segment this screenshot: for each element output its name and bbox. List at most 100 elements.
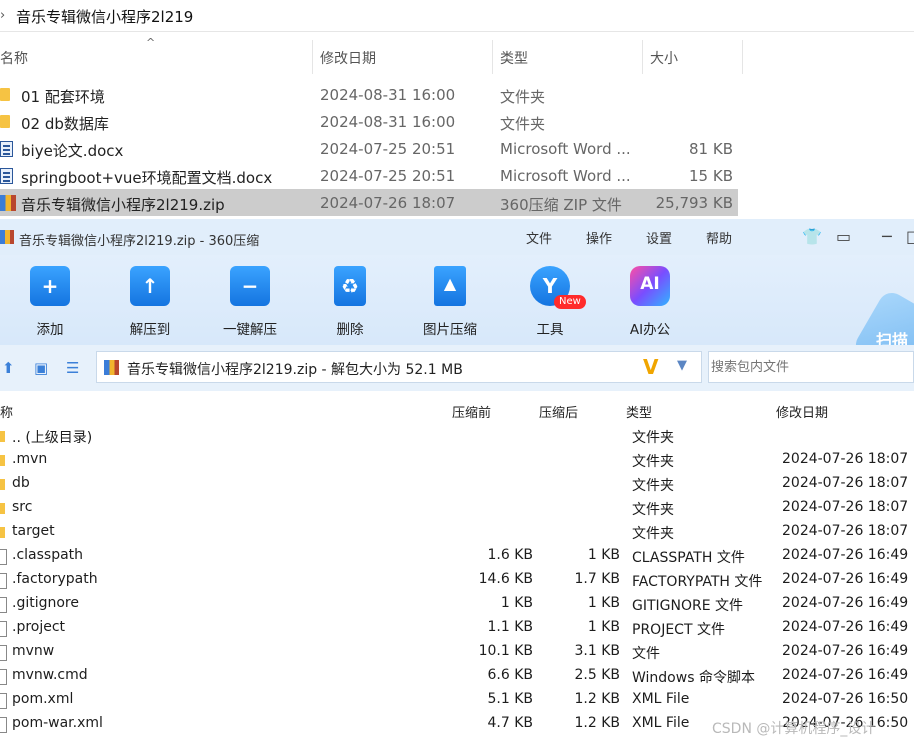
file-size: 81 KB [689, 140, 733, 158]
column-header-name[interactable]: 名称 [0, 48, 28, 68]
file-row[interactable]: biye论文.docx 2024-07-25 20:51 Microsoft Wor… [0, 135, 738, 162]
archive-path-box[interactable]: 音乐专辑微信小程序2l219.zip - 解包大小为 52.1 MB V ▼ [96, 351, 702, 383]
column-header-type[interactable]: 类型 [626, 402, 652, 421]
one-click-extract-button[interactable]: − 一键解压 [210, 261, 290, 345]
archive-entry-row[interactable]: src 文件夹 2024-07-26 18:07 [0, 497, 914, 521]
search-box[interactable] [708, 351, 914, 383]
folder-icon [0, 503, 5, 514]
title-bar[interactable]: 音乐专辑微信小程序2l219.zip - 360压缩 文件 操作 设置 帮助 👕… [0, 219, 914, 255]
list-view-icon[interactable]: ☰ [66, 359, 79, 377]
column-divider[interactable] [742, 40, 743, 74]
file-icon [0, 621, 7, 637]
column-header-name[interactable]: 称 [0, 402, 13, 421]
delete-label: 删除 [336, 322, 364, 338]
archive-entry-row[interactable]: .project 1.1 KB 1 KB PROJECT 文件 2024-07-26 1… [0, 617, 914, 641]
entry-packed-size: 5.1 KB [487, 691, 534, 707]
ai-office-button[interactable]: AI AI办公 [610, 261, 690, 345]
entry-packed-size: 1.1 KB [487, 619, 534, 635]
entry-type: CLASSPATH 文件 [632, 550, 745, 566]
ai-office-label: AI办公 [629, 322, 671, 338]
add-button[interactable]: + 添加 [10, 261, 90, 345]
file-type: 文件夹 [500, 88, 546, 106]
folder-icon [0, 527, 5, 538]
archive-entry-row[interactable]: mvnw.cmd 6.6 KB 2.5 KB Windows 命令脚本 2024-07-… [0, 665, 914, 689]
column-header-modified[interactable]: 修改日期 [320, 48, 376, 68]
image-compress-label: 图片压缩 [423, 322, 477, 338]
entry-packed-size: 4.7 KB [487, 715, 534, 731]
entry-modified: 2024-07-26 16:49 [782, 595, 909, 611]
extract-to-button[interactable]: ↑ 解压到 [110, 261, 190, 345]
chevron-down-icon[interactable]: ▼ [677, 358, 687, 373]
entry-modified: 2024-07-26 16:49 [782, 643, 909, 659]
archive-entry-row[interactable]: db 文件夹 2024-07-26 18:07 [0, 473, 914, 497]
folder-icon [0, 479, 5, 490]
entry-type: XML File [632, 691, 690, 707]
column-header-compressed[interactable]: 压缩后 [539, 402, 578, 421]
entry-modified: 2024-07-26 16:49 [782, 667, 909, 683]
minimize-icon[interactable]: ─ [882, 227, 892, 246]
file-icon [0, 573, 7, 589]
delete-button[interactable]: ♻ 删除 [310, 261, 390, 345]
entry-name: .mvn [12, 451, 48, 467]
word-doc-icon [0, 168, 13, 184]
toolbar: + 添加 ↑ 解压到 − 一键解压 ♻ 删除 ▲ 图片压缩 Y 工具 AI AI… [0, 255, 914, 387]
file-icon [0, 597, 7, 613]
feedback-icon[interactable]: ▭ [836, 227, 851, 246]
image-compress-button[interactable]: ▲ 图片压缩 [410, 261, 490, 345]
search-input[interactable] [709, 352, 913, 382]
file-name: 01 配套环境 [21, 88, 105, 106]
address-bar[interactable]: › 音乐专辑微信小程序2l219 [0, 0, 914, 32]
column-header-modified[interactable]: 修改日期 [776, 402, 828, 421]
file-icon [0, 549, 7, 565]
file-row[interactable]: 02 db数据库 2024-08-31 16:00 文件夹 [0, 108, 738, 135]
entry-type: 文件夹 [632, 430, 674, 446]
menu-operate[interactable]: 操作 [586, 228, 612, 247]
file-name: springboot+vue环境配置文档.docx [21, 169, 273, 187]
chevron-right-icon[interactable]: › [0, 8, 5, 23]
maximize-icon[interactable]: □ [906, 227, 914, 246]
column-divider[interactable] [642, 40, 643, 74]
menu-settings[interactable]: 设置 [646, 228, 672, 247]
menu-help[interactable]: 帮助 [706, 228, 732, 247]
archive-path-text: 音乐专辑微信小程序2l219.zip - 解包大小为 52.1 MB [127, 362, 463, 378]
archive-entry-row[interactable]: mvnw 10.1 KB 3.1 KB 文件 2024-07-26 16:49 [0, 641, 914, 665]
entry-type: FACTORYPATH 文件 [632, 574, 763, 590]
file-modified: 2024-07-25 20:51 [320, 167, 456, 185]
file-icon [0, 717, 7, 733]
archive-entry-row[interactable]: .mvn 文件夹 2024-07-26 18:07 [0, 449, 914, 473]
entry-name: .. (上级目录) [12, 430, 93, 446]
entry-packed-size: 1 KB [500, 595, 533, 611]
skin-shirt-icon[interactable]: 👕 [802, 227, 822, 246]
archive-entry-row[interactable]: pom.xml 5.1 KB 1.2 KB XML File 2024-07-26 16… [0, 689, 914, 713]
archive-entry-row[interactable]: .. (上级目录) 文件夹 [0, 425, 914, 449]
archive-entry-row[interactable]: .classpath 1.6 KB 1 KB CLASSPATH 文件 2024-07-… [0, 545, 914, 569]
file-name: 02 db数据库 [21, 115, 109, 133]
file-row[interactable]: 音乐专辑微信小程序2l219.zip 2024-07-26 18:07 360压缩 … [0, 189, 738, 216]
column-divider[interactable] [492, 40, 493, 74]
add-label: 添加 [36, 322, 64, 338]
entry-compressed-size: 1 KB [587, 547, 620, 563]
entry-compressed-size: 1.2 KB [574, 691, 621, 707]
entry-modified: 2024-07-26 16:49 [782, 571, 909, 587]
entry-name: db [12, 475, 30, 491]
entry-type: 文件夹 [632, 526, 674, 542]
archive-entry-row[interactable]: .factorypath 14.6 KB 1.7 KB FACTORYPATH 文件 2… [0, 569, 914, 593]
entry-modified: 2024-07-26 18:07 [782, 523, 909, 539]
thumbnail-view-icon[interactable]: ▣ [34, 359, 48, 377]
column-header-type[interactable]: 类型 [500, 48, 528, 68]
one-click-extract-icon: − [230, 266, 270, 306]
column-header-packed[interactable]: 压缩前 [452, 402, 491, 421]
entry-type: XML File [632, 715, 690, 731]
archive-entry-row[interactable]: target 文件夹 2024-07-26 18:07 [0, 521, 914, 545]
file-row[interactable]: springboot+vue环境配置文档.docx 2024-07-25 20:5… [0, 162, 738, 189]
archive-entry-row[interactable]: .gitignore 1 KB 1 KB GITIGNORE 文件 2024-07-26… [0, 593, 914, 617]
file-row[interactable]: 01 配套环境 2024-08-31 16:00 文件夹 [0, 81, 738, 108]
verified-v-icon[interactable]: V [643, 355, 658, 379]
menu-file[interactable]: 文件 [526, 228, 552, 247]
up-arrow-icon[interactable]: ⬆ [2, 359, 15, 377]
word-doc-icon [0, 141, 13, 157]
column-divider[interactable] [312, 40, 313, 74]
app-logo-icon [0, 230, 14, 244]
entry-name: .project [12, 619, 66, 635]
column-header-size[interactable]: 大小 [650, 48, 678, 68]
